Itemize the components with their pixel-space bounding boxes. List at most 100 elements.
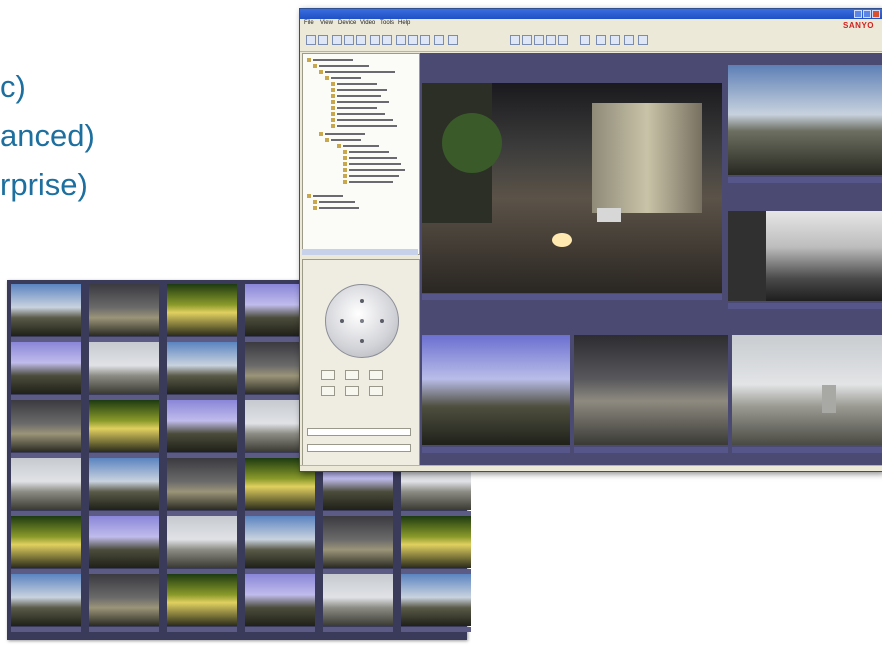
close-icon[interactable] xyxy=(872,10,880,18)
iris-close-button[interactable] xyxy=(369,386,383,396)
menu-video[interactable]: Video xyxy=(360,20,375,26)
camera-thumbnail[interactable] xyxy=(167,458,237,510)
camera-thumbnail[interactable] xyxy=(401,574,471,626)
iris-open-button[interactable] xyxy=(369,370,383,380)
tree-node-label[interactable] xyxy=(313,59,353,61)
ptz-center-icon[interactable] xyxy=(360,319,364,323)
title-bar[interactable] xyxy=(300,9,882,19)
tree-node-label[interactable] xyxy=(313,195,343,197)
sequence-select[interactable] xyxy=(307,444,411,452)
tree-node-label[interactable] xyxy=(331,77,361,79)
toolbar-button[interactable] xyxy=(382,35,392,45)
camera-view-5[interactable] xyxy=(574,335,728,445)
zoom-out-button[interactable] xyxy=(321,386,335,396)
ptz-down-icon[interactable] xyxy=(360,339,364,343)
tree-node-label[interactable] xyxy=(349,181,393,183)
tree-node-label[interactable] xyxy=(319,201,355,203)
tree-node-label[interactable] xyxy=(337,119,393,121)
camera-thumbnail[interactable] xyxy=(167,400,237,452)
toolbar-button[interactable] xyxy=(448,35,458,45)
tree-node-label[interactable] xyxy=(319,207,359,209)
tree-node-label[interactable] xyxy=(319,65,369,67)
tree-node-label[interactable] xyxy=(337,89,387,91)
camera-thumbnail[interactable] xyxy=(89,342,159,394)
camera-thumbnail[interactable] xyxy=(11,458,81,510)
tree-scrollbar[interactable] xyxy=(302,249,418,255)
camera-thumbnail[interactable] xyxy=(323,516,393,568)
toolbar-button[interactable] xyxy=(356,35,366,45)
toolbar-button[interactable] xyxy=(344,35,354,45)
camera-view-3[interactable] xyxy=(728,211,882,301)
toolbar-button[interactable] xyxy=(546,35,556,45)
menu-tools[interactable]: Tools xyxy=(380,20,394,26)
toolbar-button[interactable] xyxy=(638,35,648,45)
zoom-in-button[interactable] xyxy=(321,370,335,380)
toolbar-button[interactable] xyxy=(408,35,418,45)
camera-thumbnail[interactable] xyxy=(11,400,81,452)
focus-far-button[interactable] xyxy=(345,386,359,396)
toolbar-button[interactable] xyxy=(522,35,532,45)
tree-node-label[interactable] xyxy=(325,71,395,73)
camera-thumbnail[interactable] xyxy=(167,574,237,626)
preset-select[interactable] xyxy=(307,428,411,436)
toolbar-button[interactable] xyxy=(396,35,406,45)
tree-node-label[interactable] xyxy=(337,95,381,97)
toolbar-button[interactable] xyxy=(318,35,328,45)
toolbar-button[interactable] xyxy=(434,35,444,45)
tree-node-label[interactable] xyxy=(349,157,397,159)
camera-thumbnail[interactable] xyxy=(11,574,81,626)
ptz-right-icon[interactable] xyxy=(380,319,384,323)
toolbar-button[interactable] xyxy=(420,35,430,45)
menu-file[interactable]: File xyxy=(304,20,314,26)
toolbar-button[interactable] xyxy=(558,35,568,45)
toolbar-button[interactable] xyxy=(580,35,590,45)
camera-thumbnail[interactable] xyxy=(323,574,393,626)
camera-thumbnail[interactable] xyxy=(167,342,237,394)
toolbar-button[interactable] xyxy=(370,35,380,45)
tree-node-label[interactable] xyxy=(337,125,397,127)
camera-view-main[interactable] xyxy=(422,83,722,293)
menu-view[interactable]: View xyxy=(320,20,333,26)
camera-thumbnail[interactable] xyxy=(11,516,81,568)
camera-thumbnail[interactable] xyxy=(245,516,315,568)
tree-node-label[interactable] xyxy=(331,139,361,141)
tree-node-label[interactable] xyxy=(337,101,389,103)
toolbar-button[interactable] xyxy=(306,35,316,45)
toolbar-button[interactable] xyxy=(510,35,520,45)
camera-thumbnail[interactable] xyxy=(89,400,159,452)
camera-thumbnail[interactable] xyxy=(89,516,159,568)
tree-node-label[interactable] xyxy=(349,169,405,171)
menu-device[interactable]: Device xyxy=(338,20,356,26)
toolbar-button[interactable] xyxy=(534,35,544,45)
camera-tree-icon[interactable] xyxy=(302,53,420,255)
tree-node-label[interactable] xyxy=(325,133,365,135)
window-maximize-icon[interactable] xyxy=(863,10,871,18)
focus-near-button[interactable] xyxy=(345,370,359,380)
camera-thumbnail[interactable] xyxy=(89,458,159,510)
camera-thumbnail[interactable] xyxy=(89,284,159,336)
camera-thumbnail[interactable] xyxy=(245,574,315,626)
ptz-control-icon[interactable] xyxy=(325,284,399,358)
camera-thumbnail[interactable] xyxy=(11,284,81,336)
tree-node-label[interactable] xyxy=(337,83,377,85)
camera-thumbnail[interactable] xyxy=(401,516,471,568)
camera-thumbnail[interactable] xyxy=(89,574,159,626)
toolbar-button[interactable] xyxy=(624,35,634,45)
tree-node-label[interactable] xyxy=(349,151,389,153)
tree-node-label[interactable] xyxy=(343,145,379,147)
toolbar-button[interactable] xyxy=(596,35,606,45)
camera-thumbnail[interactable] xyxy=(11,342,81,394)
tree-node-label[interactable] xyxy=(337,113,385,115)
camera-view-4[interactable] xyxy=(422,335,570,445)
camera-thumbnail[interactable] xyxy=(167,284,237,336)
camera-thumbnail[interactable] xyxy=(167,516,237,568)
menu-help[interactable]: Help xyxy=(398,20,410,26)
toolbar-button[interactable] xyxy=(610,35,620,45)
toolbar-button[interactable] xyxy=(332,35,342,45)
camera-view-2[interactable] xyxy=(728,65,882,175)
ptz-up-icon[interactable] xyxy=(360,299,364,303)
tree-node-label[interactable] xyxy=(337,107,377,109)
window-minimize-icon[interactable] xyxy=(854,10,862,18)
tree-node-label[interactable] xyxy=(349,175,399,177)
tree-node-label[interactable] xyxy=(349,163,401,165)
